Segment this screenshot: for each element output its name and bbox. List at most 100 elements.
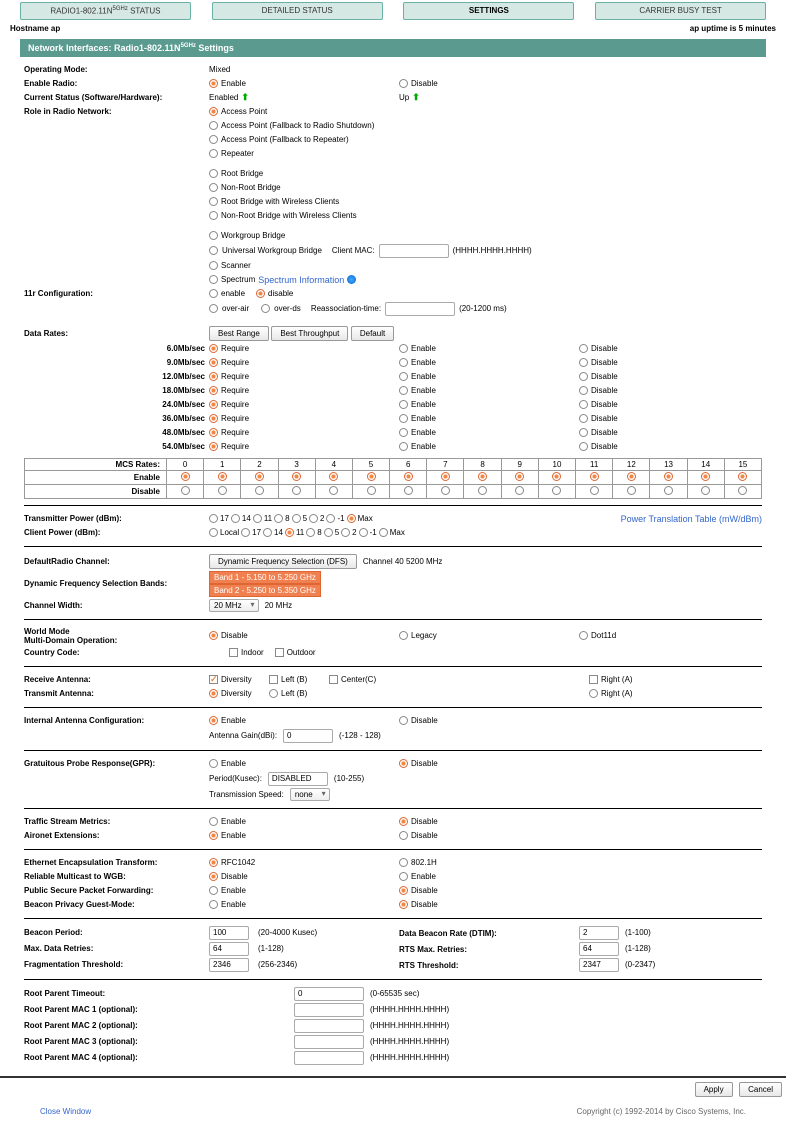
rate-5-require[interactable] — [209, 414, 218, 423]
rate-4-require[interactable] — [209, 400, 218, 409]
rx-diversity[interactable] — [209, 675, 218, 684]
rate-7-require[interactable] — [209, 442, 218, 451]
tab-radio-status[interactable]: RADIO1-802.11N5GHz STATUS — [20, 2, 191, 20]
country-indoor-check[interactable] — [229, 648, 238, 657]
gpr-period-input[interactable] — [268, 772, 328, 786]
clientpower-Local[interactable] — [209, 528, 218, 537]
clientpower-17[interactable] — [241, 528, 250, 537]
clientpower-8[interactable] — [306, 528, 315, 537]
pspf-enable[interactable] — [209, 886, 218, 895]
tx-left[interactable] — [269, 689, 278, 698]
rate-2-require[interactable] — [209, 372, 218, 381]
int-ant-enable[interactable] — [209, 716, 218, 725]
world-legacy[interactable] — [399, 631, 408, 640]
r11-over-air[interactable] — [209, 304, 218, 313]
role-ap-fallback-shutdown[interactable] — [209, 121, 218, 130]
gpr-disable[interactable] — [399, 759, 408, 768]
clientpower-14[interactable] — [263, 528, 272, 537]
clientpower-2[interactable] — [341, 528, 350, 537]
rate-1-enable[interactable] — [399, 358, 408, 367]
aironet-enable[interactable] — [209, 831, 218, 840]
enable-radio-enable[interactable] — [209, 79, 218, 88]
rts-thresh-input[interactable] — [579, 958, 619, 972]
root-mac4-input[interactable] — [294, 1051, 364, 1065]
client-mac-input[interactable] — [379, 244, 449, 258]
txpower-17[interactable] — [209, 514, 218, 523]
rate-0-enable[interactable] — [399, 344, 408, 353]
clientpower-5[interactable] — [324, 528, 333, 537]
power-translation-link[interactable]: Power Translation Table (mW/dBm) — [621, 514, 762, 524]
rate-6-require[interactable] — [209, 428, 218, 437]
encap-rfc1042[interactable] — [209, 858, 218, 867]
int-ant-disable[interactable] — [399, 716, 408, 725]
gpr-enable[interactable] — [209, 759, 218, 768]
r11-disable[interactable] — [256, 289, 265, 298]
frag-input[interactable] — [209, 958, 249, 972]
role-spectrum[interactable] — [209, 275, 218, 284]
multicast-enable[interactable] — [399, 872, 408, 881]
world-dot11d[interactable] — [579, 631, 588, 640]
rate-0-require[interactable] — [209, 344, 218, 353]
tx-right[interactable] — [589, 689, 598, 698]
world-disable[interactable] — [209, 631, 218, 640]
encap-8021h[interactable] — [399, 858, 408, 867]
rate-2-enable[interactable] — [399, 372, 408, 381]
txpower-14[interactable] — [231, 514, 240, 523]
rate-7-disable[interactable] — [579, 442, 588, 451]
root-mac1-input[interactable] — [294, 1003, 364, 1017]
tab-carrier-busy[interactable]: CARRIER BUSY TEST — [595, 2, 766, 20]
beacon-guest-enable[interactable] — [209, 900, 218, 909]
dfs-band-1[interactable]: Band 1 - 5.150 to 5.250 GHz — [209, 571, 321, 584]
rts-retries-input[interactable] — [579, 942, 619, 956]
rate-4-disable[interactable] — [579, 400, 588, 409]
rate-6-enable[interactable] — [399, 428, 408, 437]
clientpower--1[interactable] — [359, 528, 368, 537]
rate-3-disable[interactable] — [579, 386, 588, 395]
channel-width-select[interactable]: 20 MHz — [209, 599, 259, 612]
role-ap[interactable] — [209, 107, 218, 116]
gpr-speed-select[interactable]: none — [290, 788, 330, 801]
reassoc-time-input[interactable] — [385, 302, 455, 316]
rate-6-disable[interactable] — [579, 428, 588, 437]
best-throughput-button[interactable]: Best Throughput — [271, 326, 348, 341]
txpower-2[interactable] — [309, 514, 318, 523]
rx-right[interactable] — [589, 675, 598, 684]
tsm-enable[interactable] — [209, 817, 218, 826]
txpower-8[interactable] — [274, 514, 283, 523]
tx-diversity[interactable] — [209, 689, 218, 698]
rate-2-disable[interactable] — [579, 372, 588, 381]
enable-radio-disable[interactable] — [399, 79, 408, 88]
r11-over-ds[interactable] — [261, 304, 270, 313]
txpower--1[interactable] — [326, 514, 335, 523]
country-outdoor-check[interactable] — [275, 648, 284, 657]
root-mac3-input[interactable] — [294, 1035, 364, 1049]
rate-7-enable[interactable] — [399, 442, 408, 451]
multicast-disable[interactable] — [209, 872, 218, 881]
dfs-band-2[interactable]: Band 2 - 5.250 to 5.350 GHz — [209, 584, 321, 597]
clientpower-Max[interactable] — [379, 528, 388, 537]
r11-enable[interactable] — [209, 289, 218, 298]
rate-0-disable[interactable] — [579, 344, 588, 353]
cancel-button[interactable]: Cancel — [739, 1082, 782, 1097]
apply-button[interactable]: Apply — [695, 1082, 733, 1097]
role-nonroot-bridge-wclients[interactable] — [209, 211, 218, 220]
rate-5-enable[interactable] — [399, 414, 408, 423]
role-nonroot-bridge[interactable] — [209, 183, 218, 192]
dtim-input[interactable] — [579, 926, 619, 940]
rate-1-require[interactable] — [209, 358, 218, 367]
rate-4-enable[interactable] — [399, 400, 408, 409]
best-range-button[interactable]: Best Range — [209, 326, 269, 341]
pspf-disable[interactable] — [399, 886, 408, 895]
beacon-period-input[interactable] — [209, 926, 249, 940]
rx-center[interactable] — [329, 675, 338, 684]
beacon-guest-disable[interactable] — [399, 900, 408, 909]
clientpower-11[interactable] — [285, 528, 294, 537]
tsm-disable[interactable] — [399, 817, 408, 826]
txpower-11[interactable] — [253, 514, 262, 523]
role-workgroup-bridge[interactable] — [209, 231, 218, 240]
spectrum-info-link[interactable]: Spectrum Information — [258, 275, 344, 285]
default-button[interactable]: Default — [351, 326, 394, 341]
role-ap-fallback-repeater[interactable] — [209, 135, 218, 144]
role-root-bridge[interactable] — [209, 169, 218, 178]
rate-3-require[interactable] — [209, 386, 218, 395]
